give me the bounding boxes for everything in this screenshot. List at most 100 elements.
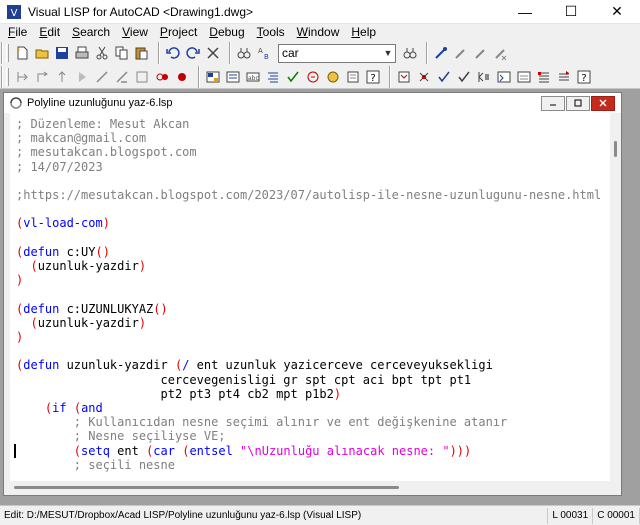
- menu-edit[interactable]: Edit: [33, 24, 66, 41]
- step-over-icon[interactable]: [33, 68, 51, 86]
- menu-file[interactable]: File: [2, 24, 33, 41]
- copy-icon[interactable]: [113, 44, 131, 62]
- cut-icon[interactable]: [93, 44, 111, 62]
- document-close-button[interactable]: [591, 95, 615, 111]
- load-active-window-icon[interactable]: [204, 68, 222, 86]
- code-line: ): [16, 273, 23, 287]
- menu-accelerator: W: [296, 25, 308, 39]
- code-token-sym: [233, 444, 240, 458]
- help-icon[interactable]: ?: [575, 68, 593, 86]
- menu-label-rest: roject: [167, 25, 198, 39]
- load-selection-icon[interactable]: [224, 68, 242, 86]
- code-token-paren: (): [153, 301, 168, 316]
- continue-icon[interactable]: [73, 68, 91, 86]
- status-line-number: L 00031: [548, 507, 594, 524]
- code-line: ; Kullanıcıdan nesne seçimi alınır ve en…: [16, 415, 507, 429]
- menu-tools[interactable]: Tools: [251, 24, 291, 41]
- code-token-sym: ent: [109, 443, 147, 458]
- check-text-icon[interactable]: abc: [244, 68, 262, 86]
- undo-toolbar: [159, 42, 226, 64]
- chevron-down-icon[interactable]: ▼: [381, 45, 395, 62]
- code-token-sym: [16, 401, 45, 415]
- trace-icon[interactable]: [475, 68, 493, 86]
- vertical-scroll-thumb[interactable]: [614, 141, 617, 157]
- undo-icon[interactable]: [164, 44, 182, 62]
- last-break-icon[interactable]: [173, 68, 191, 86]
- format-selection-icon[interactable]: [304, 68, 322, 86]
- step-into-icon[interactable]: [13, 68, 31, 86]
- code-token-kw: car: [153, 443, 175, 458]
- code-token-sym: [16, 316, 30, 330]
- code-token-kw: defun: [23, 244, 60, 259]
- uncomment-block-icon[interactable]: [344, 68, 362, 86]
- breakpoints-icon[interactable]: [555, 68, 573, 86]
- find-in-files-icon[interactable]: [401, 44, 419, 62]
- search-combo-value[interactable]: car: [279, 46, 381, 60]
- maximize-button[interactable]: ☐: [548, 0, 594, 24]
- reset-icon[interactable]: [113, 68, 131, 86]
- comment-block-icon[interactable]: [324, 68, 342, 86]
- next-bookmark-icon[interactable]: [452, 44, 470, 62]
- toolbar-row-2: abc ? ?: [0, 65, 640, 89]
- toggle-bookmark-icon[interactable]: [432, 44, 450, 62]
- code-token-paren: ): [16, 273, 24, 288]
- horizontal-scroll-thumb[interactable]: [14, 486, 399, 489]
- quit-icon[interactable]: [93, 68, 111, 86]
- vertical-scrollbar[interactable]: [610, 113, 621, 481]
- menu-label-rest: iew: [129, 25, 148, 39]
- document-maximize-button[interactable]: [566, 95, 590, 111]
- menu-view[interactable]: View: [116, 24, 154, 41]
- code-line: pt2 pt3 pt4 cb2 mpt p1b2): [16, 387, 341, 401]
- code-token-kw: vl-load-com: [23, 216, 103, 231]
- redo-icon[interactable]: [184, 44, 202, 62]
- format-icon[interactable]: [264, 68, 282, 86]
- search-combo[interactable]: car ▼: [278, 43, 396, 63]
- code-token-paren: ): [102, 216, 110, 231]
- code-editor[interactable]: ; Düzenleme: Mesut Akcan; makcan@gmail.c…: [10, 113, 610, 481]
- menu-accelerator: P: [159, 25, 168, 39]
- previous-bookmark-icon[interactable]: [472, 44, 490, 62]
- new-file-icon[interactable]: [13, 44, 31, 62]
- menu-debug[interactable]: Debug: [203, 24, 250, 41]
- code-token-sym: uzunluk-yazdir: [37, 259, 139, 273]
- help-topic-icon[interactable]: ?: [364, 68, 382, 86]
- close-button[interactable]: ✕: [594, 0, 640, 24]
- replace-icon[interactable]: AB: [255, 44, 273, 62]
- code-token-paren: ))): [449, 443, 472, 458]
- select-window-icon[interactable]: [415, 68, 433, 86]
- check-selection-icon[interactable]: [284, 68, 302, 86]
- toggle-breakpoint-icon[interactable]: [133, 68, 151, 86]
- watch-window-icon[interactable]: [535, 68, 553, 86]
- menu-label-rest: ile: [15, 25, 28, 39]
- toolbar-grip[interactable]: [6, 44, 9, 62]
- code-token-sym: ent uzunluk yazicerceve cerceveyukseklig…: [189, 358, 493, 373]
- menu-search[interactable]: Search: [66, 24, 116, 41]
- save-icon[interactable]: [53, 44, 71, 62]
- code-token-comment: ; Düzenleme: Mesut Akcan: [16, 117, 190, 131]
- code-token-sym: [16, 259, 30, 273]
- activate-autocad-icon[interactable]: [395, 68, 413, 86]
- visual-lisp-console-icon[interactable]: [435, 68, 453, 86]
- clear-icon[interactable]: [204, 44, 222, 62]
- toolbar-grip[interactable]: [6, 68, 9, 86]
- step-out-icon[interactable]: [53, 68, 71, 86]
- document-minimize-button[interactable]: [541, 95, 565, 111]
- add-watch-icon[interactable]: [153, 68, 171, 86]
- code-token-sym: c:UZUNLUKYAZ: [59, 301, 154, 316]
- menu-help[interactable]: Help: [345, 24, 382, 41]
- clear-bookmarks-icon[interactable]: [492, 44, 510, 62]
- symbol-service-icon[interactable]: [495, 68, 513, 86]
- print-icon[interactable]: [73, 44, 91, 62]
- apropos-icon[interactable]: [515, 68, 533, 86]
- search-toolbar: AB car ▼: [230, 42, 423, 64]
- code-line: ;https://mesutakcan.blogspot.com/2023/07…: [16, 188, 601, 202]
- menu-window[interactable]: Window: [291, 24, 346, 41]
- code-token-kw: defun: [23, 301, 60, 316]
- find-icon[interactable]: [235, 44, 253, 62]
- horizontal-scrollbar[interactable]: [10, 481, 610, 495]
- inspect-icon[interactable]: [455, 68, 473, 86]
- menu-project[interactable]: Project: [154, 24, 203, 41]
- open-file-icon[interactable]: [33, 44, 51, 62]
- minimize-button[interactable]: —: [502, 0, 548, 24]
- paste-icon[interactable]: [133, 44, 151, 62]
